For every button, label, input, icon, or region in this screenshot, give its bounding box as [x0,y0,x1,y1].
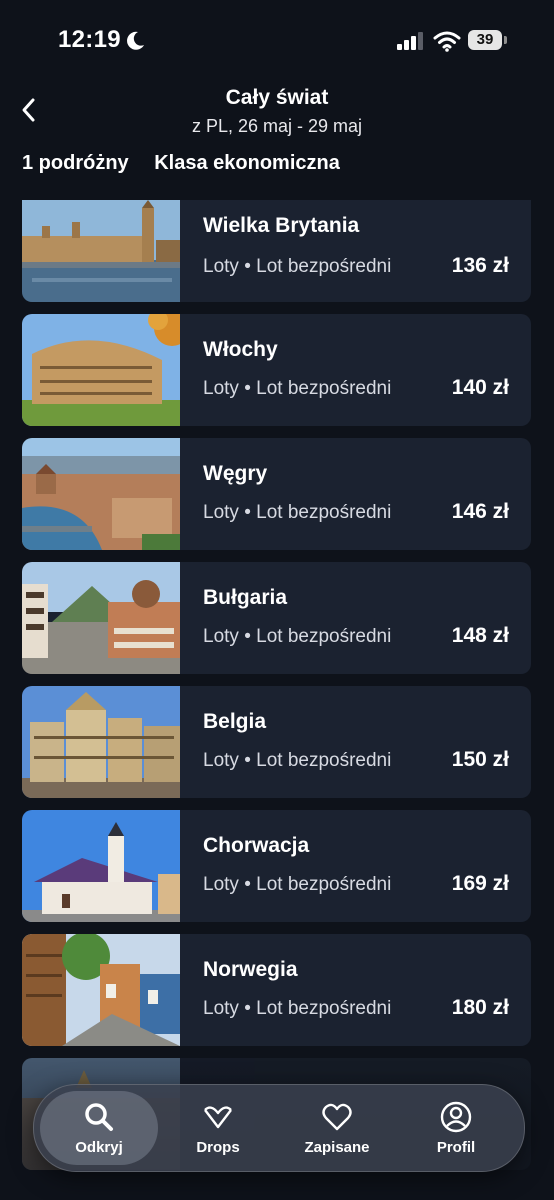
nav-profile-label: Profil [436,1139,476,1156]
nav-drops[interactable]: Drops [159,1091,277,1165]
result-card[interactable]: Chorwacja Loty • Lot bezpośredni 169 zł [22,810,531,922]
results-list: Wielka Brytania Loty • Lot bezpośredni 1… [22,200,531,1182]
page-title: Cały świat [225,86,329,109]
user-icon [440,1101,472,1133]
price: 148 zł [451,624,509,647]
wifi-icon [433,31,461,52]
flight-info: Loty • Lot bezpośredni [203,502,392,523]
price: 136 zł [451,254,509,277]
result-card[interactable]: Bułgaria Loty • Lot bezpośredni 148 zł [22,562,531,674]
result-card[interactable]: Wielka Brytania Loty • Lot bezpośredni 1… [22,200,531,302]
moon-icon [127,31,144,50]
destination-image [22,686,180,798]
price: 150 zł [451,748,509,771]
country-name: Bułgaria [203,586,288,609]
cellular-signal-icon [397,32,423,50]
country-name: Węgry [203,462,268,485]
status-time: 12:19 [58,26,121,53]
price: 169 zł [451,872,509,895]
nav-profile[interactable]: Profil [397,1091,515,1165]
result-card[interactable]: Włochy Loty • Lot bezpośredni 140 zł [22,314,531,426]
destination-image [22,562,180,674]
heart-outline-icon [204,1106,232,1129]
battery-level: 39 [476,31,494,48]
price: 146 zł [451,500,509,523]
country-name: Wielka Brytania [203,214,360,237]
country-name: Norwegia [203,958,298,981]
flight-info: Loty • Lot bezpośredni [203,874,392,895]
flight-info: Loty • Lot bezpośredni [203,998,392,1019]
destination-image [22,314,180,426]
page-subtitle: z PL, 26 maj - 29 maj [191,116,363,136]
price: 180 zł [451,996,509,1019]
bottom-navigation: Odkryj Drops Zapisane Profil [33,1084,525,1172]
battery-tip [504,36,507,44]
flight-info: Loty • Lot bezpośredni [203,378,392,399]
cabin-class-filter[interactable]: Klasa ekonomiczna [154,152,340,175]
destination-image [22,200,180,302]
flight-info: Loty • Lot bezpośredni [203,256,392,277]
flight-info: Loty • Lot bezpośredni [203,750,392,771]
heart-icon [322,1103,352,1131]
nav-drops-label: Drops [196,1139,240,1156]
nav-discover[interactable]: Odkryj [40,1091,158,1165]
search-icon [85,1103,113,1131]
destination-image [22,934,180,1046]
nav-discover-label: Odkryj [75,1139,123,1156]
nav-saved[interactable]: Zapisane [278,1091,396,1165]
country-name: Belgia [203,710,267,733]
result-card[interactable]: Norwegia Loty • Lot bezpośredni 180 zł [22,934,531,1046]
country-name: Chorwacja [203,834,310,857]
battery-indicator: 39 [468,30,508,52]
flight-info: Loty • Lot bezpośredni [203,626,392,647]
search-filters: 1 podróżny Klasa ekonomiczna [22,152,360,175]
nav-saved-label: Zapisane [304,1139,370,1156]
status-bar: 12:19 39 [0,0,554,80]
destination-image [22,810,180,922]
result-card[interactable]: Belgia Loty • Lot bezpośredni 150 zł [22,686,531,798]
result-card[interactable]: Węgry Loty • Lot bezpośredni 146 zł [22,438,531,550]
travelers-filter[interactable]: 1 podróżny [22,152,129,175]
destination-image [22,438,180,550]
country-name: Włochy [203,338,278,361]
price: 140 zł [451,376,509,399]
